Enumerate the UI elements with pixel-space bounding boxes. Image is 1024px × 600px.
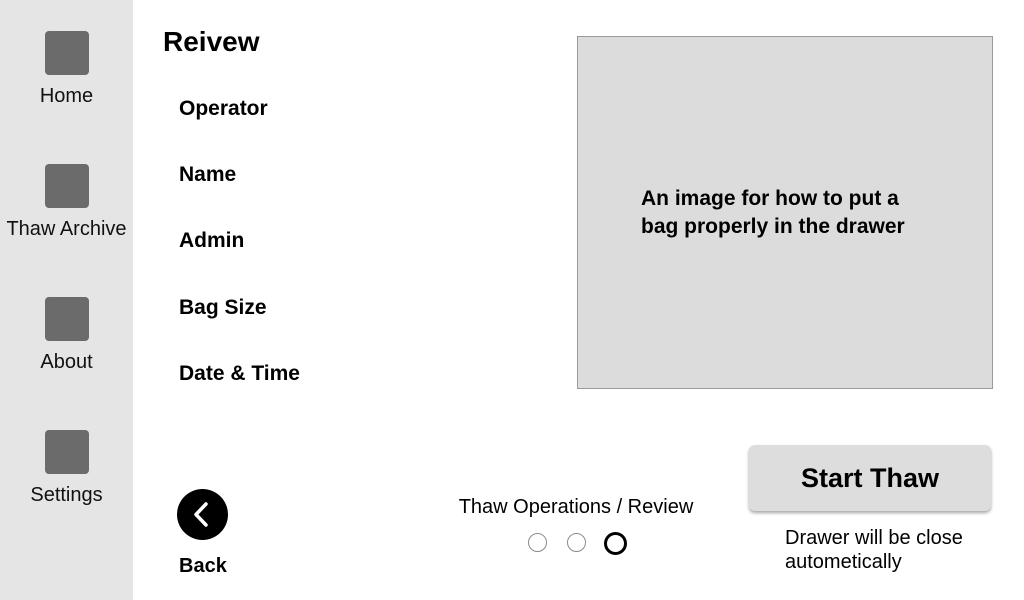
field-label-bag-size: Bag Size [179,296,267,319]
field-label-operator: Operator [179,97,268,120]
step-dot-3-active [604,532,627,555]
field-label-admin: Admin [179,229,245,252]
sidebar-item-about[interactable]: About [0,297,133,374]
back-label: Back [179,555,227,577]
sidebar-item-label: Home [39,85,94,107]
info-icon [44,297,89,341]
settings-icon [44,430,89,474]
sidebar: Home Thaw Archive About Settings [0,0,133,600]
step-caption: Thaw Operations / Review [458,496,694,518]
step-dot-1 [528,533,547,552]
sidebar-item-settings[interactable]: Settings [0,430,133,507]
start-thaw-button[interactable]: Start Thaw [749,445,991,511]
home-icon [44,31,89,75]
image-placeholder-text: An image for how to put a bag properly i… [641,186,905,238]
sidebar-item-label: Thaw Archive [6,218,127,240]
sidebar-item-label: About [40,351,93,373]
sidebar-item-home[interactable]: Home [0,31,133,108]
sidebar-item-label: Settings [30,484,103,506]
page-title: Reivew [163,26,260,57]
instruction-image-placeholder: An image for how to put a bag properly i… [577,36,993,389]
sidebar-item-thaw-archive[interactable]: Thaw Archive [0,164,133,241]
chevron-left-icon [194,502,208,527]
archive-icon [44,164,89,208]
drawer-note: Drawer will be close autometically [785,527,963,573]
field-label-name: Name [179,163,237,186]
step-dot-2 [567,533,586,552]
field-label-date-time: Date & Time [179,362,300,385]
back-button[interactable] [177,489,228,540]
